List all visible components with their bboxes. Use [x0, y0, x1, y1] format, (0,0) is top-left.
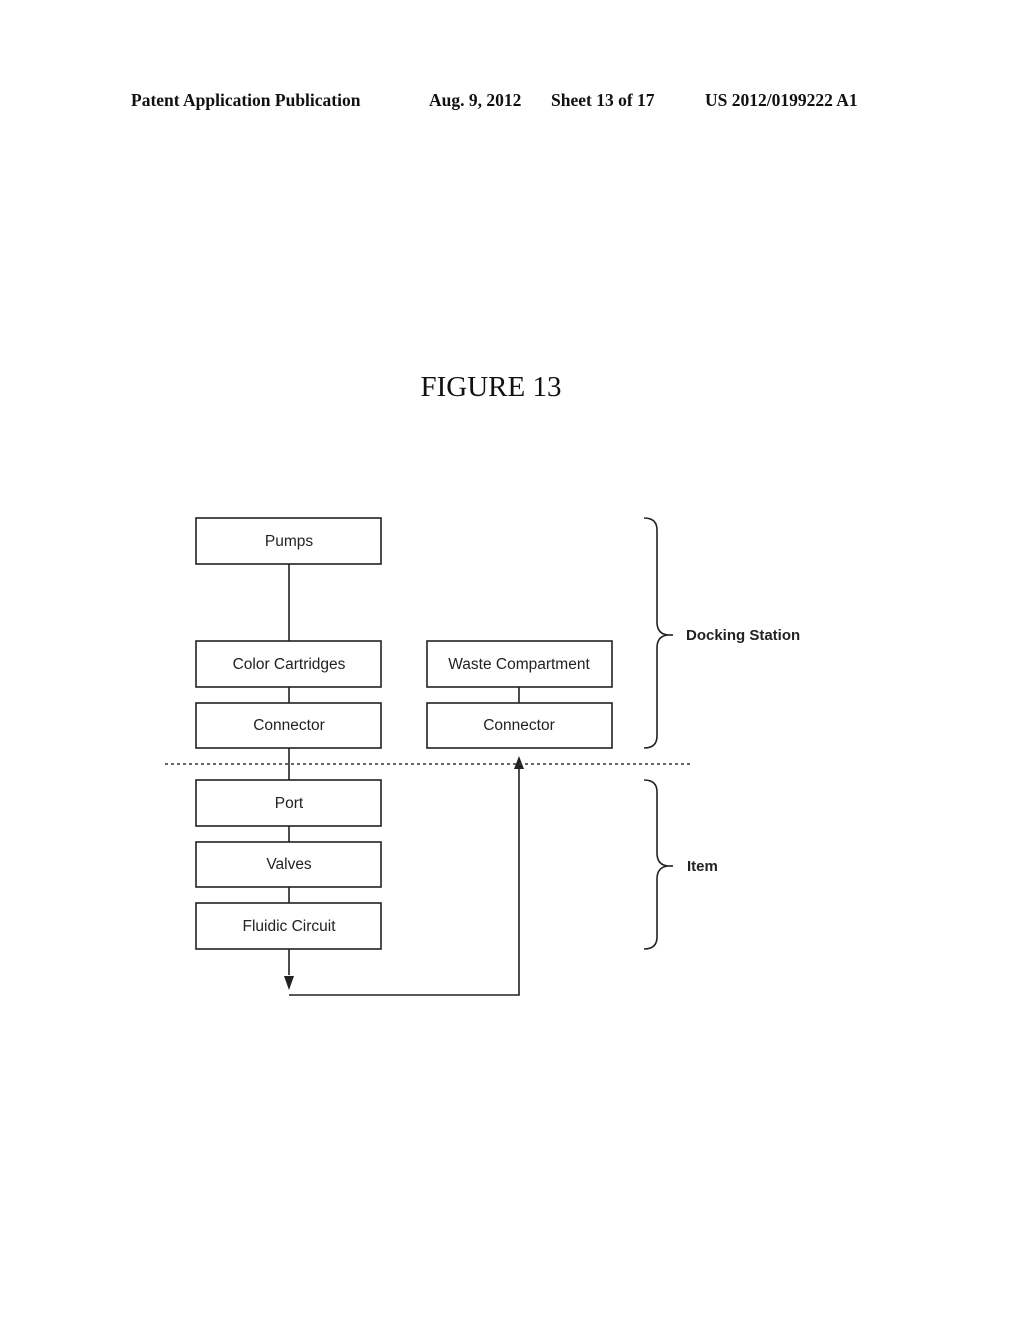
- label-connector-right: Connector: [483, 717, 555, 734]
- item-brace-icon: [643, 779, 669, 950]
- box-port: Port: [195, 779, 382, 827]
- flow-diagram: Pumps Color Cartridges Connector Waste C…: [165, 517, 800, 996]
- box-valves: Valves: [195, 841, 382, 888]
- label-item: Item: [687, 858, 718, 875]
- label-color-cartridges: Color Cartridges: [233, 656, 346, 673]
- box-pumps: Pumps: [195, 517, 382, 565]
- box-connector-left: Connector: [195, 702, 382, 749]
- label-valves: Valves: [266, 856, 312, 873]
- label-port: Port: [275, 795, 304, 812]
- up-arrow-icon: [514, 756, 524, 769]
- label-pumps: Pumps: [265, 533, 313, 550]
- label-connector-left: Connector: [253, 717, 325, 734]
- label-waste-compartment: Waste Compartment: [448, 656, 590, 673]
- box-fluidic-circuit: Fluidic Circuit: [195, 902, 382, 950]
- down-arrow-icon: [284, 976, 294, 990]
- box-waste-compartment: Waste Compartment: [426, 640, 613, 688]
- box-color-cartridges: Color Cartridges: [195, 640, 382, 688]
- label-fluidic-circuit: Fluidic Circuit: [242, 918, 336, 935]
- label-docking-station: Docking Station: [686, 627, 800, 644]
- box-connector-right: Connector: [426, 702, 613, 749]
- docking-station-brace-icon: [643, 517, 669, 749]
